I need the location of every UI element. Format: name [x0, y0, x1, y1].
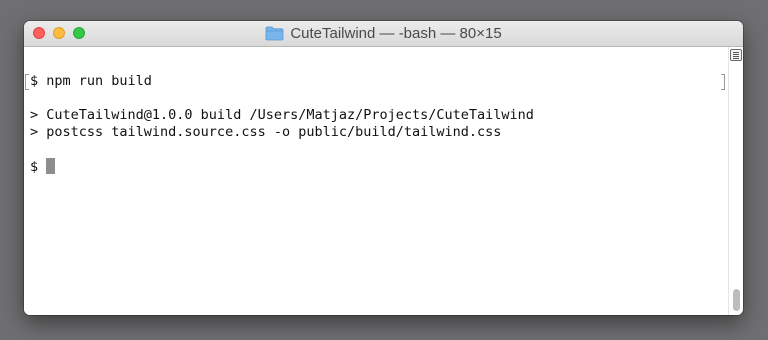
window-title-group: CuteTailwind — -bash — 80×15: [24, 21, 743, 46]
scrollbar-track[interactable]: [728, 47, 743, 315]
terminal-line: > postcss tailwind.source.css -o public/…: [30, 124, 502, 140]
terminal-line: > CuteTailwind@1.0.0 build /Users/Matjaz…: [30, 107, 534, 123]
folder-icon[interactable]: [265, 26, 284, 41]
mark-bracket-left: [25, 74, 29, 90]
terminal-output[interactable]: $ npm run build > CuteTailwind@1.0.0 bui…: [24, 47, 728, 315]
title-bar[interactable]: CuteTailwind — -bash — 80×15: [24, 21, 743, 47]
list-icon[interactable]: [730, 49, 742, 61]
terminal-window: CuteTailwind — -bash — 80×15 $ npm run b…: [24, 21, 743, 315]
window-title: CuteTailwind — -bash — 80×15: [290, 25, 502, 42]
text-cursor: [46, 158, 56, 174]
mark-bracket-right: [721, 74, 725, 90]
terminal-line: $ npm run build: [30, 73, 152, 89]
prompt-line: $: [30, 158, 56, 176]
prompt-text: $: [30, 159, 47, 175]
scrollbar-thumb[interactable]: [733, 289, 740, 311]
